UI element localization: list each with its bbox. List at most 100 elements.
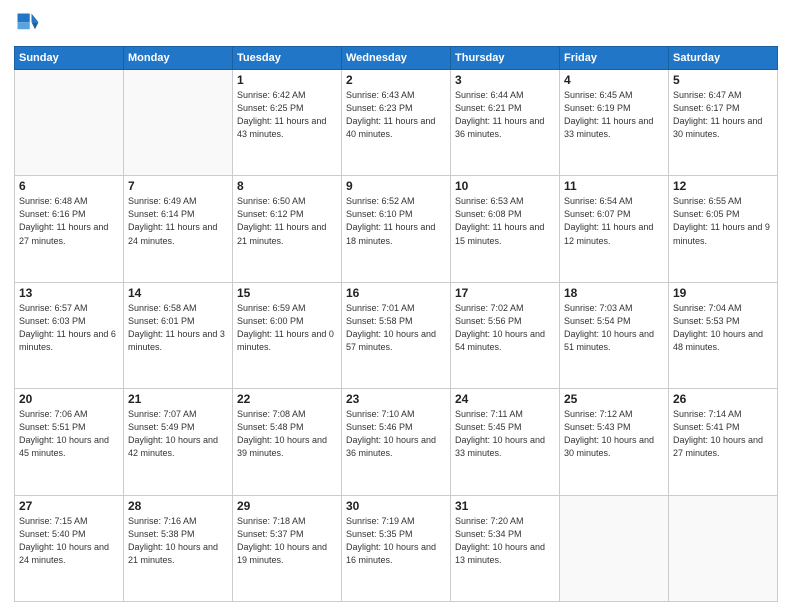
calendar-cell: 22 Sunrise: 7:08 AM Sunset: 5:48 PM Dayli…	[233, 389, 342, 495]
day-number: 11	[564, 179, 664, 193]
logo-icon	[14, 10, 42, 38]
calendar-cell	[15, 70, 124, 176]
day-number: 1	[237, 73, 337, 87]
logo	[14, 10, 46, 38]
day-info: Sunrise: 6:59 AM Sunset: 6:00 PM Dayligh…	[237, 302, 337, 354]
calendar-cell: 26Sunrise: 7:14 AM Sunset: 5:41 PM Dayli…	[669, 389, 778, 495]
day-number: 13	[19, 286, 119, 300]
day-number: 24	[455, 392, 555, 406]
day-number: 12	[673, 179, 773, 193]
day-number: 5	[673, 73, 773, 87]
day-info: Sunrise: 7:06 AM Sunset: 5:51 PM Dayligh…	[19, 408, 119, 460]
day-number: 7	[128, 179, 228, 193]
week-row-4: 20 Sunrise: 7:06 AM Sunset: 5:51 PM Dayli…	[15, 389, 778, 495]
day-info: Sunrise: 7:02 AM Sunset: 5:56 PM Dayligh…	[455, 302, 555, 354]
weekday-header-row: SundayMondayTuesdayWednesdayThursdayFrid…	[15, 47, 778, 70]
calendar-cell: 5 Sunrise: 6:47 AM Sunset: 6:17 PM Daylig…	[669, 70, 778, 176]
calendar-cell: 19 Sunrise: 7:04 AM Sunset: 5:53 PM Dayli…	[669, 282, 778, 388]
calendar-cell: 6 Sunrise: 6:48 AM Sunset: 6:16 PM Daylig…	[15, 176, 124, 282]
calendar-cell: 13 Sunrise: 6:57 AM Sunset: 6:03 PM Dayli…	[15, 282, 124, 388]
day-info: Sunrise: 6:49 AM Sunset: 6:14 PM Dayligh…	[128, 195, 228, 247]
day-number: 3	[455, 73, 555, 87]
day-info: Sunrise: 7:08 AM Sunset: 5:48 PM Dayligh…	[237, 408, 337, 460]
day-info: Sunrise: 7:07 AM Sunset: 5:49 PM Dayligh…	[128, 408, 228, 460]
day-number: 23	[346, 392, 446, 406]
calendar-table: SundayMondayTuesdayWednesdayThursdayFrid…	[14, 46, 778, 602]
calendar-cell: 28 Sunrise: 7:16 AM Sunset: 5:38 PM Dayli…	[124, 495, 233, 601]
day-number: 26	[673, 392, 773, 406]
calendar-cell: 23 Sunrise: 7:10 AM Sunset: 5:46 PM Dayli…	[342, 389, 451, 495]
page: SundayMondayTuesdayWednesdayThursdayFrid…	[0, 0, 792, 612]
week-row-5: 27 Sunrise: 7:15 AM Sunset: 5:40 PM Dayli…	[15, 495, 778, 601]
weekday-header-saturday: Saturday	[669, 47, 778, 70]
weekday-header-thursday: Thursday	[451, 47, 560, 70]
calendar-cell: 18Sunrise: 7:03 AM Sunset: 5:54 PM Dayli…	[560, 282, 669, 388]
calendar-cell: 2Sunrise: 6:43 AM Sunset: 6:23 PM Daylig…	[342, 70, 451, 176]
calendar-cell: 12 Sunrise: 6:55 AM Sunset: 6:05 PM Dayli…	[669, 176, 778, 282]
day-number: 25	[564, 392, 664, 406]
week-row-2: 6 Sunrise: 6:48 AM Sunset: 6:16 PM Daylig…	[15, 176, 778, 282]
week-row-1: 1 Sunrise: 6:42 AM Sunset: 6:25 PM Daylig…	[15, 70, 778, 176]
day-number: 6	[19, 179, 119, 193]
calendar-cell: 14 Sunrise: 6:58 AM Sunset: 6:01 PM Dayli…	[124, 282, 233, 388]
day-number: 21	[128, 392, 228, 406]
week-row-3: 13 Sunrise: 6:57 AM Sunset: 6:03 PM Dayli…	[15, 282, 778, 388]
day-number: 31	[455, 499, 555, 513]
day-number: 18	[564, 286, 664, 300]
day-number: 19	[673, 286, 773, 300]
day-info: Sunrise: 7:15 AM Sunset: 5:40 PM Dayligh…	[19, 515, 119, 567]
weekday-header-friday: Friday	[560, 47, 669, 70]
day-number: 15	[237, 286, 337, 300]
day-info: Sunrise: 7:01 AM Sunset: 5:58 PM Dayligh…	[346, 302, 446, 354]
day-info: Sunrise: 7:10 AM Sunset: 5:46 PM Dayligh…	[346, 408, 446, 460]
day-number: 27	[19, 499, 119, 513]
day-info: Sunrise: 6:48 AM Sunset: 6:16 PM Dayligh…	[19, 195, 119, 247]
header	[14, 10, 778, 38]
day-info: Sunrise: 7:19 AM Sunset: 5:35 PM Dayligh…	[346, 515, 446, 567]
calendar-cell: 21 Sunrise: 7:07 AM Sunset: 5:49 PM Dayli…	[124, 389, 233, 495]
calendar-cell	[560, 495, 669, 601]
calendar-cell: 17 Sunrise: 7:02 AM Sunset: 5:56 PM Dayli…	[451, 282, 560, 388]
day-number: 28	[128, 499, 228, 513]
calendar-cell: 9Sunrise: 6:52 AM Sunset: 6:10 PM Daylig…	[342, 176, 451, 282]
day-info: Sunrise: 6:58 AM Sunset: 6:01 PM Dayligh…	[128, 302, 228, 354]
day-info: Sunrise: 6:50 AM Sunset: 6:12 PM Dayligh…	[237, 195, 337, 247]
calendar-cell: 30 Sunrise: 7:19 AM Sunset: 5:35 PM Dayli…	[342, 495, 451, 601]
calendar-cell: 4Sunrise: 6:45 AM Sunset: 6:19 PM Daylig…	[560, 70, 669, 176]
day-number: 17	[455, 286, 555, 300]
calendar-cell: 27 Sunrise: 7:15 AM Sunset: 5:40 PM Dayli…	[15, 495, 124, 601]
day-number: 20	[19, 392, 119, 406]
day-info: Sunrise: 7:12 AM Sunset: 5:43 PM Dayligh…	[564, 408, 664, 460]
day-info: Sunrise: 6:52 AM Sunset: 6:10 PM Dayligh…	[346, 195, 446, 247]
weekday-header-sunday: Sunday	[15, 47, 124, 70]
calendar-cell: 8 Sunrise: 6:50 AM Sunset: 6:12 PM Daylig…	[233, 176, 342, 282]
calendar-cell: 16Sunrise: 7:01 AM Sunset: 5:58 PM Dayli…	[342, 282, 451, 388]
day-number: 29	[237, 499, 337, 513]
calendar-cell: 3Sunrise: 6:44 AM Sunset: 6:21 PM Daylig…	[451, 70, 560, 176]
calendar-cell: 10Sunrise: 6:53 AM Sunset: 6:08 PM Dayli…	[451, 176, 560, 282]
calendar-cell	[669, 495, 778, 601]
day-number: 8	[237, 179, 337, 193]
day-number: 14	[128, 286, 228, 300]
day-info: Sunrise: 7:20 AM Sunset: 5:34 PM Dayligh…	[455, 515, 555, 567]
calendar-cell: 20 Sunrise: 7:06 AM Sunset: 5:51 PM Dayli…	[15, 389, 124, 495]
calendar-cell: 25 Sunrise: 7:12 AM Sunset: 5:43 PM Dayli…	[560, 389, 669, 495]
day-info: Sunrise: 6:57 AM Sunset: 6:03 PM Dayligh…	[19, 302, 119, 354]
day-info: Sunrise: 6:47 AM Sunset: 6:17 PM Dayligh…	[673, 89, 773, 141]
calendar-cell: 1 Sunrise: 6:42 AM Sunset: 6:25 PM Daylig…	[233, 70, 342, 176]
calendar-cell: 15 Sunrise: 6:59 AM Sunset: 6:00 PM Dayli…	[233, 282, 342, 388]
weekday-header-wednesday: Wednesday	[342, 47, 451, 70]
day-info: Sunrise: 6:43 AM Sunset: 6:23 PM Dayligh…	[346, 89, 446, 141]
day-info: Sunrise: 6:42 AM Sunset: 6:25 PM Dayligh…	[237, 89, 337, 141]
calendar-cell: 24 Sunrise: 7:11 AM Sunset: 5:45 PM Dayli…	[451, 389, 560, 495]
day-info: Sunrise: 6:45 AM Sunset: 6:19 PM Dayligh…	[564, 89, 664, 141]
day-number: 30	[346, 499, 446, 513]
day-info: Sunrise: 7:16 AM Sunset: 5:38 PM Dayligh…	[128, 515, 228, 567]
calendar-cell: 11Sunrise: 6:54 AM Sunset: 6:07 PM Dayli…	[560, 176, 669, 282]
day-info: Sunrise: 6:55 AM Sunset: 6:05 PM Dayligh…	[673, 195, 773, 247]
weekday-header-monday: Monday	[124, 47, 233, 70]
day-info: Sunrise: 7:11 AM Sunset: 5:45 PM Dayligh…	[455, 408, 555, 460]
day-info: Sunrise: 7:04 AM Sunset: 5:53 PM Dayligh…	[673, 302, 773, 354]
day-number: 22	[237, 392, 337, 406]
day-number: 10	[455, 179, 555, 193]
